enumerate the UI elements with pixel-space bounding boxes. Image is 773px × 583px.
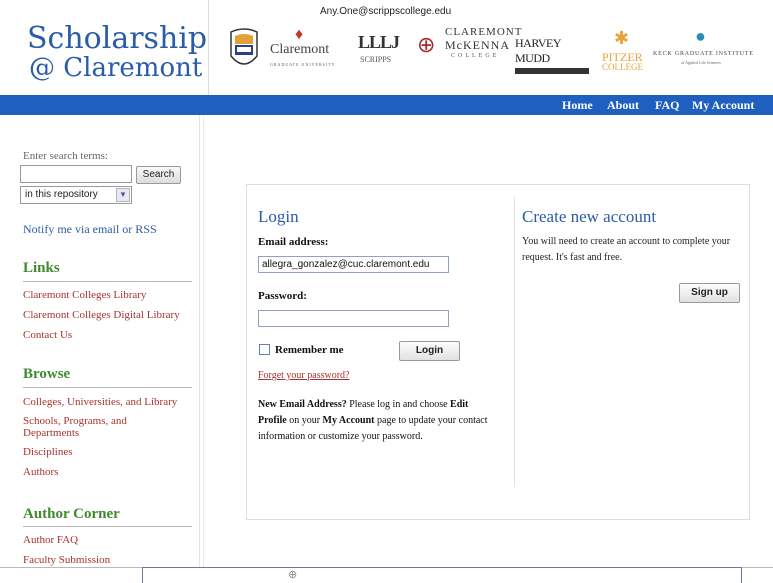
harvey-mudd-logo[interactable]: HARVEY MUDD: [515, 36, 595, 74]
note-part5: My Account: [322, 415, 375, 426]
sidebar-link-authors[interactable]: Authors: [23, 466, 58, 478]
remember-me-checkbox[interactable]: [259, 344, 270, 355]
search-label: Enter search terms:: [23, 150, 108, 162]
nav-about-link[interactable]: About: [607, 98, 639, 113]
harvey-mudd-logo-name: HARVEY MUDD: [515, 36, 561, 65]
cmc-logo-line1: CLAREMONT: [445, 26, 523, 38]
cmc-logo[interactable]: ⊕ CLAREMONT McKENNA COLLEGE: [415, 22, 521, 72]
keck-graduate-institute-logo[interactable]: ● KECK GRADUATE INSTITUTE of Applied Lif…: [653, 26, 768, 70]
email-label: Email address:: [258, 236, 329, 248]
create-account-title: Create new account: [522, 207, 657, 226]
top-nav-bar: Home About FAQ My Account: [0, 95, 773, 115]
sidebar-link-disciplines[interactable]: Disciplines: [23, 446, 73, 458]
site-title[interactable]: Scholarship @ Claremont: [27, 21, 208, 83]
scripps-college-logo[interactable]: LLLJ SCRIPPS: [352, 28, 400, 72]
sidebar-link-schools[interactable]: Schools, Programs, and Departments: [23, 415, 183, 439]
claremont-logo-tag: GRADUATE UNIVERSITY: [270, 62, 336, 67]
pitzer-logo-line2: COLLEGE: [602, 62, 643, 72]
new-email-note: New Email Address? Please log in and cho…: [258, 397, 498, 445]
account-email: Any.One@scrippscollege.edu: [318, 6, 454, 17]
kgi-logo-line2: of Applied Life Sciences: [681, 60, 721, 65]
nav-my-account-link[interactable]: My Account: [692, 98, 754, 113]
kgi-mark-icon: ●: [695, 26, 706, 46]
sidebar-link-author-faq[interactable]: Author FAQ: [23, 534, 78, 546]
site-title-line1: Scholarship: [27, 21, 208, 56]
password-label: Password:: [258, 290, 307, 302]
search-input[interactable]: [20, 165, 132, 183]
pomona-shield-icon: [230, 28, 258, 65]
email-field[interactable]: [258, 256, 449, 273]
sign-up-button[interactable]: Sign up: [679, 283, 740, 303]
overlapping-window-frame: ⊕: [142, 567, 742, 583]
scripps-mark-icon: LLLJ: [358, 32, 400, 52]
links-divider: [23, 281, 192, 282]
cut-off-logo-icon: ⊕: [288, 569, 298, 581]
browse-divider: [23, 387, 192, 388]
cmc-mark-icon: ⊕: [417, 32, 436, 57]
remember-me-label: Remember me: [275, 344, 344, 356]
site-title-line2: @ Claremont: [29, 53, 203, 83]
sidebar: Enter search terms: Search in this repos…: [0, 115, 200, 583]
note-part2: Please log in and choose: [346, 399, 451, 410]
cmc-logo-line2: McKENNA: [445, 38, 510, 52]
nav-faq-link[interactable]: FAQ: [655, 98, 679, 113]
sidebar-link-ccl[interactable]: Claremont Colleges Library: [23, 289, 146, 301]
scripps-logo-name: SCRIPPS: [360, 55, 392, 64]
tree-icon: ✱: [614, 28, 630, 48]
notify-email-rss-link[interactable]: Notify me via email or RSS: [23, 222, 157, 237]
nav-home-link[interactable]: Home: [562, 98, 593, 113]
claremont-logo-name: Claremont: [270, 42, 330, 57]
kgi-logo-line1: KECK GRADUATE INSTITUTE: [653, 51, 754, 57]
cmc-logo-line3: COLLEGE: [451, 53, 500, 59]
site-header: Scholarship @ Claremont ♦ Claremont GRAD…: [0, 0, 773, 95]
password-field[interactable]: [258, 310, 449, 327]
claremont-graduate-logo[interactable]: ♦ Claremont GRADUATE UNIVERSITY: [265, 26, 343, 74]
browse-heading: Browse: [23, 366, 71, 382]
links-heading: Links: [23, 260, 60, 276]
sidebar-divider: [203, 115, 204, 583]
login-button[interactable]: Login: [399, 341, 460, 361]
author-corner-divider: [23, 526, 192, 527]
harvey-mudd-bar: [515, 68, 589, 74]
login-panel: Login Email address: Password: Remember …: [246, 184, 750, 520]
header-divider: [208, 0, 209, 95]
login-title: Login: [258, 207, 299, 226]
note-part4: on your: [286, 415, 323, 426]
panel-divider: [514, 197, 515, 487]
search-scope-value: in this repository: [25, 189, 98, 200]
create-account-text: You will need to create an account to co…: [522, 236, 731, 263]
note-part1: New Email Address?: [258, 399, 347, 410]
sidebar-link-colleges[interactable]: Colleges, Universities, and Library: [23, 396, 177, 408]
search-button[interactable]: Search: [136, 166, 181, 184]
author-corner-heading: Author Corner: [23, 506, 120, 522]
search-scope-select[interactable]: in this repository ▼: [20, 186, 132, 204]
sidebar-link-contact[interactable]: Contact Us: [23, 329, 72, 341]
pomona-college-logo[interactable]: [228, 28, 260, 72]
sidebar-link-ccdl[interactable]: Claremont Colleges Digital Library: [23, 309, 180, 321]
sidebar-link-faculty-submission[interactable]: Faculty Submission: [23, 554, 110, 566]
forgot-password-link[interactable]: Forget your password?: [258, 370, 349, 381]
pitzer-college-logo[interactable]: ✱ PITZER COLLEGE: [600, 28, 648, 74]
chevron-down-icon: ▼: [116, 188, 130, 202]
